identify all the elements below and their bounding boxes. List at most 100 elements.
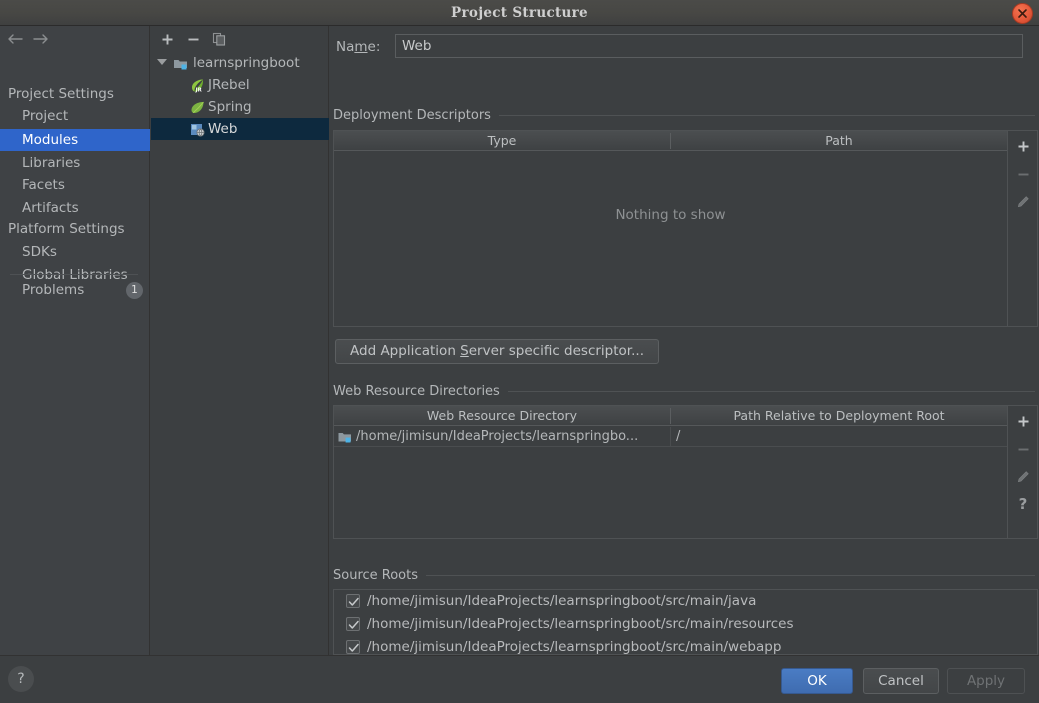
copy-icon[interactable]	[209, 30, 229, 48]
module-tree-toolbar	[151, 26, 329, 52]
pencil-icon	[1013, 467, 1033, 487]
web-module-glyph	[190, 122, 205, 137]
sidebar-group-platform-settings: Platform Settings	[8, 219, 148, 239]
minus-glyph	[1017, 443, 1030, 456]
tree-node-web[interactable]: Web	[151, 118, 329, 140]
window-title: Project Structure	[0, 0, 1039, 26]
web-resource-directories-title: Web Resource Directories	[333, 384, 508, 399]
source-root-checkbox[interactable]	[346, 594, 360, 608]
dialog-button-bar: ? OK Cancel Apply	[0, 655, 1039, 703]
module-group-glyph	[173, 56, 188, 71]
cell-web-resource-directory: /home/jimisun/IdeaProjects/learnspringbo…	[356, 427, 666, 447]
problems-label: Problems	[22, 278, 84, 302]
deployment-descriptors-title: Deployment Descriptors	[333, 108, 499, 123]
problems-count-badge: 1	[126, 282, 143, 299]
add-app-server-descriptor-button[interactable]: Add Application Server specific descript…	[335, 339, 659, 364]
folder-icon	[338, 430, 352, 444]
tree-node-label: Spring	[208, 96, 252, 118]
tree-node-label: learnspringboot	[193, 52, 300, 74]
cell-path-relative: /	[676, 427, 996, 447]
sidebar-item-artifacts[interactable]: Artifacts	[0, 197, 150, 219]
minus-icon	[1013, 164, 1033, 184]
deployment-descriptors-header: Type Path	[334, 131, 1007, 151]
arrow-left-glyph	[6, 33, 24, 45]
sidebar-item-modules[interactable]: Modules	[0, 129, 150, 151]
jrebel-glyph: JR	[190, 78, 205, 93]
plus-icon[interactable]	[157, 30, 177, 48]
title-bar: Project Structure	[0, 0, 1039, 26]
sidebar-item-project[interactable]: Project	[0, 105, 150, 127]
table-row[interactable]: /home/jimisun/IdeaProjects/learnspringbo…	[334, 427, 1007, 447]
source-root-item[interactable]: /home/jimisun/IdeaProjects/learnspringbo…	[334, 590, 1037, 613]
pencil-glyph	[1016, 470, 1030, 484]
check-icon	[348, 596, 360, 608]
check-icon	[348, 642, 360, 654]
source-root-checkbox[interactable]	[346, 640, 360, 654]
plus-glyph	[1017, 140, 1030, 153]
module-settings-content: Name: Deployment Descriptors Type Path N…	[330, 26, 1039, 655]
spring-leaf-icon	[190, 100, 205, 115]
tree-node-learnspringboot[interactable]: learnspringboot	[151, 52, 329, 74]
source-roots-list: /home/jimisun/IdeaProjects/learnspringbo…	[333, 589, 1038, 655]
column-header-path[interactable]: Path	[671, 131, 1007, 151]
svg-text:JR: JR	[195, 87, 203, 93]
minus-icon	[1013, 439, 1033, 459]
sidebar-nav	[0, 26, 150, 52]
tree-node-label: Web	[208, 118, 237, 140]
column-header-type[interactable]: Type	[334, 131, 670, 151]
sidebar-divider	[10, 274, 138, 275]
arrow-left-icon[interactable]	[4, 30, 26, 48]
plus-icon[interactable]	[1013, 136, 1033, 156]
name-label-mnemonic: m	[354, 39, 367, 55]
add-btn-post: erver specific descriptor...	[469, 343, 644, 359]
column-header-web-resource-directory[interactable]: Web Resource Directory	[334, 406, 670, 426]
cancel-button[interactable]: Cancel	[863, 668, 939, 694]
plus-glyph	[161, 33, 174, 46]
source-root-item[interactable]: /home/jimisun/IdeaProjects/learnspringbo…	[334, 613, 1037, 636]
minus-glyph	[1017, 168, 1030, 181]
pencil-icon	[1013, 192, 1033, 212]
folder-glyph	[338, 430, 352, 444]
tree-node-label: JRebel	[208, 74, 250, 96]
add-btn-pre: Add Application	[350, 343, 460, 359]
settings-sidebar: Project Settings Platform Settings Proje…	[0, 26, 150, 655]
source-root-label: /home/jimisun/IdeaProjects/learnspringbo…	[367, 590, 756, 613]
tree-node-spring[interactable]: Spring	[151, 96, 329, 118]
arrow-right-icon[interactable]	[30, 30, 52, 48]
source-roots-rule	[415, 575, 1035, 576]
plus-glyph	[1017, 415, 1030, 428]
sidebar-group-project-settings: Project Settings	[8, 84, 148, 104]
tree-node-jrebel[interactable]: JR JRebel	[151, 74, 329, 96]
column-header-path-relative[interactable]: Path Relative to Deployment Root	[671, 406, 1007, 426]
deployment-descriptors-toolbar	[1008, 130, 1038, 327]
ok-button[interactable]: OK	[781, 668, 853, 694]
sidebar-item-libraries[interactable]: Libraries	[0, 152, 150, 174]
web-resource-directories-rule	[506, 391, 1035, 392]
web-resource-directories-table: Web Resource Directory Path Relative to …	[333, 405, 1008, 539]
copy-glyph	[212, 32, 226, 46]
chevron-down-icon[interactable]	[157, 59, 167, 65]
name-label-post: e:	[368, 39, 381, 55]
minus-glyph	[187, 33, 200, 46]
deployment-descriptors-rule	[492, 115, 1035, 116]
web-module-icon	[190, 122, 205, 137]
source-root-checkbox[interactable]	[346, 617, 360, 631]
sidebar-item-sdks[interactable]: SDKs	[0, 241, 150, 263]
module-tree-panel: learnspringboot JR JRebel Spring	[151, 26, 329, 655]
cell-divider	[670, 427, 671, 447]
module-group-icon	[173, 56, 188, 71]
minus-icon[interactable]	[183, 30, 203, 48]
close-icon[interactable]	[1012, 3, 1033, 24]
close-glyph	[1017, 8, 1028, 19]
name-label: Name:	[336, 39, 380, 55]
sidebar-item-facets[interactable]: Facets	[0, 174, 150, 196]
plus-icon[interactable]	[1013, 411, 1033, 431]
apply-button: Apply	[947, 668, 1025, 694]
arrow-right-glyph	[32, 33, 50, 45]
sidebar-item-problems[interactable]: Problems 1	[0, 278, 150, 302]
name-input[interactable]	[395, 34, 1023, 58]
help-button[interactable]: ?	[8, 666, 34, 692]
help-icon[interactable]: ?	[1013, 494, 1033, 514]
source-root-label: /home/jimisun/IdeaProjects/learnspringbo…	[367, 613, 793, 636]
check-icon	[348, 619, 360, 631]
